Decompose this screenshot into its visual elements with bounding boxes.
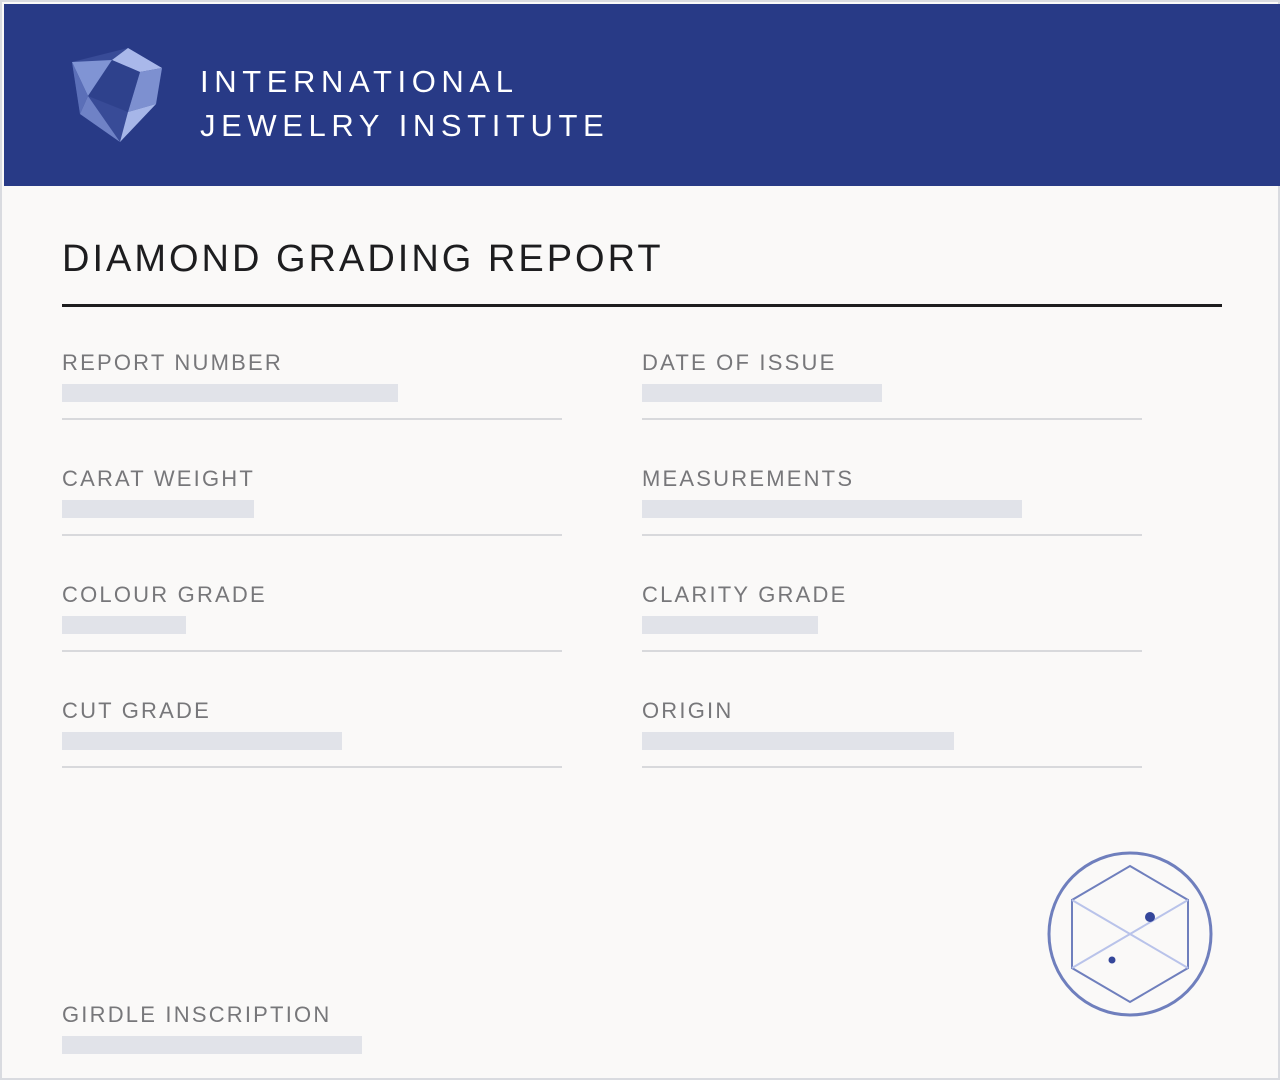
report-title: DIAMOND GRADING REPORT (62, 238, 664, 280)
field-underline (62, 534, 562, 536)
field-value-placeholder (62, 500, 254, 518)
field-value-placeholder (642, 732, 954, 750)
field-underline (642, 534, 1142, 536)
field-label: MEASUREMENTS (642, 466, 855, 491)
field-clarity-grade: CLARITY GRADE (642, 582, 1142, 652)
field-underline (642, 766, 1142, 768)
field-value-placeholder (642, 616, 818, 634)
field-label: CARAT WEIGHT (62, 466, 256, 491)
shield-triangle-logo-icon (72, 48, 162, 142)
field-label: CUT GRADE (62, 698, 211, 723)
field-value-placeholder (62, 384, 398, 402)
field-measurements: MEASUREMENTS (642, 466, 1142, 536)
field-girdle-inscription: GIRDLE INSCRIPTION (62, 1002, 462, 1062)
field-value-placeholder (642, 500, 1022, 518)
field-value-placeholder (62, 616, 186, 634)
org-name-line-2: JEWELRY INSTITUTE (200, 108, 610, 143)
field-underline (642, 418, 1142, 420)
field-report-number: REPORT NUMBER (62, 350, 562, 420)
field-date-of-issue: DATE OF ISSUE (642, 350, 1142, 420)
field-underline (62, 418, 562, 420)
field-value-placeholder (62, 732, 342, 750)
field-label: GIRDLE INSCRIPTION (62, 1002, 332, 1027)
field-underline (642, 650, 1142, 652)
field-underline (62, 766, 562, 768)
field-cut-grade: CUT GRADE (62, 698, 562, 768)
field-value-placeholder (642, 384, 882, 402)
field-origin: ORIGIN (642, 698, 1142, 768)
field-colour-grade: COLOUR GRADE (62, 582, 562, 652)
field-label: COLOUR GRADE (62, 582, 267, 607)
field-label: CLARITY GRADE (642, 582, 848, 607)
org-name-line-1: INTERNATIONAL (200, 64, 519, 99)
hexagon-seal-icon (1047, 851, 1213, 1017)
field-underline (62, 650, 562, 652)
field-label: DATE OF ISSUE (642, 350, 837, 375)
field-value-placeholder (62, 1036, 362, 1054)
header-banner: INTERNATIONAL JEWELRY INSTITUTE (4, 4, 1280, 186)
field-label: REPORT NUMBER (62, 350, 283, 375)
field-carat-weight: CARAT WEIGHT (62, 466, 562, 536)
field-label: ORIGIN (642, 698, 734, 723)
title-divider (62, 304, 1222, 307)
grading-report-document: INTERNATIONAL JEWELRY INSTITUTE DIAMOND … (0, 0, 1280, 1080)
